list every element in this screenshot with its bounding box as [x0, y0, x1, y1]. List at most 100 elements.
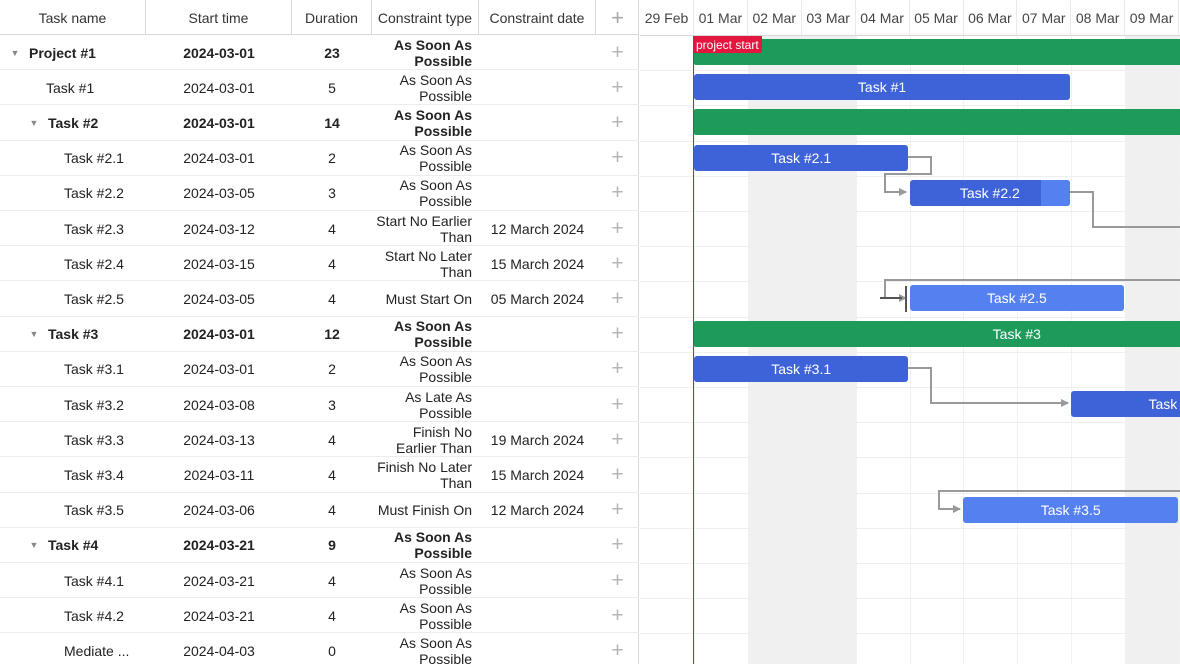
add-subtask-button[interactable]: +: [596, 387, 639, 422]
add-subtask-button[interactable]: +: [596, 211, 639, 246]
task-row[interactable]: Task #2.3 2024-03-12 4 Start No Earlier Tha…: [0, 211, 639, 247]
task-duration: 0: [328, 642, 336, 659]
task-start-time: 2024-03-21: [183, 607, 255, 624]
task-duration: 4: [328, 607, 336, 624]
add-subtask-button[interactable]: +: [596, 633, 639, 664]
task-row[interactable]: Task #3.4 2024-03-11 4 Finish No Later Than…: [0, 457, 639, 493]
add-subtask-button[interactable]: +: [596, 563, 639, 598]
add-subtask-button[interactable]: +: [596, 457, 639, 492]
add-subtask-button[interactable]: +: [596, 246, 639, 281]
column-header-constraint-type[interactable]: Constraint type: [372, 0, 479, 35]
task-constraint-type: As Soon As Possible: [393, 529, 472, 562]
task-row[interactable]: Task #3.5 2024-03-06 4 Must Finish On 12 Mar…: [0, 493, 639, 528]
task-row[interactable]: Task #4.1 2024-03-21 4 As Soon As Possible +: [0, 563, 639, 599]
task-row[interactable]: ▼ Task #3 2024-03-01 12 As Soon As Possible +: [0, 317, 639, 352]
task-constraint-date: 05 March 2024: [490, 290, 585, 307]
task-constraint-date: 19 March 2024: [490, 431, 585, 448]
task-row[interactable]: Task #2.1 2024-03-01 2 As Soon As Possible +: [0, 141, 639, 176]
task-start-time: 2024-03-21: [183, 572, 255, 589]
add-subtask-button[interactable]: +: [596, 352, 639, 387]
task-duration: 2: [328, 150, 336, 167]
task-start-time: 2024-03-05: [183, 185, 255, 202]
task-row[interactable]: ▼ Task #4 2024-03-21 9 As Soon As Possible +: [0, 528, 639, 563]
task-bar-label: Task #3: [992, 325, 1041, 342]
add-subtask-button[interactable]: +: [596, 422, 639, 457]
task-row[interactable]: Mediate ... 2024-04-03 0 As Soon As Possibl…: [0, 633, 639, 664]
link-task-2-2-to-next[interactable]: [1069, 191, 1180, 228]
task-row[interactable]: Task #3.3 2024-03-13 4 Finish No Earlier Th…: [0, 422, 639, 458]
summary-bar[interactable]: [693, 39, 1180, 65]
add-subtask-button[interactable]: +: [596, 598, 639, 633]
task-row[interactable]: Task #2.5 2024-03-05 4 Must Start On 05 Marc…: [0, 281, 639, 317]
task-bar[interactable]: Task #2.2: [909, 179, 1071, 206]
task-constraint-type: Start No Later Than: [384, 247, 472, 280]
task-duration: 4: [328, 431, 336, 448]
task-start-time: 2024-03-12: [183, 220, 255, 237]
add-subtask-button[interactable]: +: [596, 70, 639, 105]
task-constraint-date: 15 March 2024: [490, 466, 585, 483]
task-duration: 4: [328, 255, 336, 272]
collapse-toggle-icon[interactable]: ▼: [27, 317, 41, 352]
summary-bar[interactable]: [693, 109, 1180, 136]
task-bar[interactable]: Task #3.5: [963, 496, 1178, 523]
task-constraint-type: As Soon As Possible: [393, 36, 472, 69]
column-header-task-name[interactable]: Task name: [0, 0, 146, 35]
task-constraint-date: [479, 35, 596, 70]
task-bar[interactable]: Task #2.1: [693, 144, 909, 171]
add-subtask-button[interactable]: +: [596, 281, 639, 316]
task-start-time: 2024-03-21: [183, 537, 255, 554]
task-row[interactable]: ▼ Project #1 2024-03-01 23 As Soon As Possib…: [0, 35, 639, 71]
task-duration: 3: [328, 396, 336, 413]
add-subtask-button[interactable]: +: [596, 105, 639, 140]
collapse-toggle-icon[interactable]: ▼: [27, 528, 41, 563]
task-row[interactable]: Task #3.1 2024-03-01 2 As Soon As Possible +: [0, 352, 639, 387]
collapse-toggle-icon[interactable]: ▼: [27, 105, 41, 140]
task-row[interactable]: Task #2.4 2024-03-15 4 Start No Later Than 1…: [0, 246, 639, 282]
task-duration: 23: [324, 44, 340, 61]
add-subtask-button[interactable]: +: [596, 317, 639, 352]
add-subtask-button[interactable]: +: [596, 141, 639, 176]
task-row[interactable]: Task #4.2 2024-03-21 4 As Soon As Possible +: [0, 598, 639, 634]
task-bar[interactable]: Task #1: [693, 74, 1071, 101]
task-start-time: 2024-03-01: [183, 79, 255, 96]
add-subtask-button[interactable]: +: [596, 176, 639, 211]
column-header-constraint-date[interactable]: Constraint date: [479, 0, 596, 35]
add-subtask-button[interactable]: +: [596, 493, 639, 528]
add-subtask-button[interactable]: +: [596, 35, 639, 70]
grid-header: Task name Start time Duration Constraint…: [0, 0, 639, 35]
task-bar[interactable]: Task #3.1: [693, 355, 909, 382]
task-duration: 4: [328, 572, 336, 589]
task-bar-label: Task #2.2: [959, 184, 1020, 201]
column-header-start-time[interactable]: Start time: [146, 0, 292, 35]
link-task-3-1-to-3-2[interactable]: [907, 367, 1069, 407]
task-constraint-date: [479, 387, 596, 422]
task-constraint-date: [479, 176, 596, 211]
add-task-header-button[interactable]: +: [596, 0, 639, 35]
task-row[interactable]: Task #1 2024-03-01 5 As Soon As Possible +: [0, 70, 639, 106]
task-constraint-type: Finish No Earlier Than: [395, 423, 472, 456]
task-row[interactable]: ▼ Task #2 2024-03-01 14 As Soon As Possible +: [0, 105, 639, 141]
task-constraint-type: As Soon As Possible: [393, 318, 472, 351]
add-subtask-button[interactable]: +: [596, 528, 639, 563]
task-name: Task #2.3: [64, 220, 124, 237]
task-row[interactable]: Task #3.2 2024-03-08 3 As Late As Possible +: [0, 387, 639, 423]
task-constraint-date: 12 March 2024: [490, 502, 585, 519]
task-duration: 3: [328, 185, 336, 202]
task-constraint-type: Finish No Later Than: [377, 458, 472, 491]
summary-bar[interactable]: Task #3: [693, 320, 1180, 347]
task-name: Project #1: [29, 44, 96, 61]
gantt-chart-panel: 29 Feb 01 Mar 02 Mar 03 Mar 04 Mar 05 Mar 06 M…: [640, 0, 1180, 664]
task-constraint-type: As Soon As Possible: [399, 564, 472, 597]
task-bar[interactable]: Task #3.2: [1071, 391, 1180, 417]
task-start-time: 2024-03-11: [183, 466, 255, 483]
task-row[interactable]: Task #2.2 2024-03-05 3 As Soon As Possible +: [0, 176, 639, 211]
collapse-toggle-icon[interactable]: ▼: [8, 35, 22, 70]
task-start-time: 2024-03-05: [183, 290, 255, 307]
task-bar[interactable]: Task #2.5: [909, 285, 1125, 312]
task-name: Task #3.1: [64, 361, 124, 378]
column-header-duration[interactable]: Duration: [292, 0, 372, 35]
task-constraint-type: As Soon As Possible: [399, 71, 472, 104]
task-duration: 12: [324, 326, 340, 343]
task-duration: 14: [324, 114, 340, 131]
task-name: Task #2.5: [64, 290, 124, 307]
